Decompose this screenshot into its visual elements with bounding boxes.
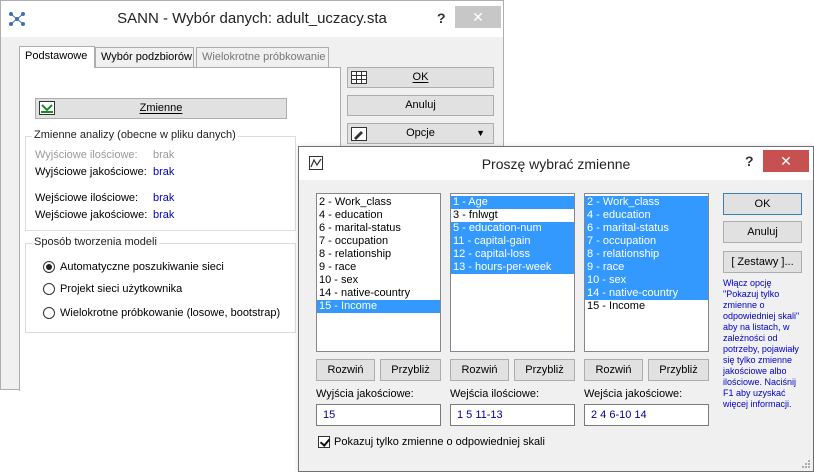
list-item[interactable]: 8 - relationship: [585, 248, 708, 261]
dropdown-arrow-icon: ▼: [476, 128, 485, 138]
show-matching-scale-checkbox[interactable]: [318, 436, 330, 448]
quant-outputs-label: Wyjściowe ilościowe:: [35, 149, 138, 161]
help-button[interactable]: ?: [437, 10, 446, 26]
list-item[interactable]: 6 - marital-status: [317, 222, 440, 235]
qual-inputs-label: Wejściowe jakościowe:: [35, 209, 148, 221]
zoom-button-2[interactable]: Przybliż: [514, 359, 575, 381]
list-item[interactable]: 4 - education: [317, 209, 440, 222]
close-button[interactable]: ✕: [455, 6, 501, 28]
zoom-button-1[interactable]: Przybliż: [380, 359, 441, 381]
quant-outputs-value: brak: [153, 149, 175, 161]
radio-indicator[interactable]: [43, 307, 55, 319]
qual-outputs-input[interactable]: 15: [316, 404, 441, 426]
analysis-variables-group: Zmienne analizy (obecne w pliku danych) …: [25, 129, 296, 231]
options-button[interactable]: Opcje ▼: [347, 123, 494, 144]
tab-wybor-podzbiorow[interactable]: Wybór podzbiorów: [95, 47, 194, 67]
radio-label: Automatyczne poszukiwanie sieci: [60, 261, 224, 273]
tab-podstawowe[interactable]: Podstawowe: [19, 46, 95, 68]
list-item[interactable]: 6 - marital-status: [585, 222, 708, 235]
qualitative-outputs-list[interactable]: 2 - Work_class 4 - education 6 - marital-s…: [316, 193, 441, 352]
cancel-button[interactable]: Anuluj: [347, 95, 494, 116]
qual-outputs-field-label: Wyjścia jakościowe:: [316, 388, 414, 400]
quantitative-inputs-list[interactable]: 1 - Age 3 - fnlwgt 5 - education-num 11 - c…: [450, 193, 575, 352]
list-item[interactable]: 9 - race: [585, 261, 708, 274]
list-item[interactable]: 10 - sex: [317, 274, 440, 287]
list-item[interactable]: 13 - hours-per-week: [451, 261, 574, 274]
model-group-title: Sposób tworzenia modeli: [32, 236, 159, 248]
list-item[interactable]: 5 - education-num: [451, 222, 574, 235]
list-item[interactable]: 7 - occupation: [585, 235, 708, 248]
select-variables-dialog: Proszę wybrać zmienne ? ✕ 2 - Work_class…: [298, 146, 814, 472]
list-item[interactable]: 8 - relationship: [317, 248, 440, 261]
qual-inputs-input[interactable]: 2 4 6-10 14: [584, 404, 709, 426]
quant-inputs-field-label: Wejścia ilościowe:: [450, 388, 540, 400]
list-item[interactable]: 14 - native-country: [317, 287, 440, 300]
radio-label: Projekt sieci użytkownika: [60, 283, 183, 295]
radio-indicator[interactable]: [43, 261, 55, 273]
list-item[interactable]: 9 - race: [317, 261, 440, 274]
close-button[interactable]: ✕: [763, 150, 809, 172]
options-label: Opcje: [406, 127, 435, 139]
help-text: Włącz opcję "Pokazuj tylko zmienne o odp…: [723, 278, 800, 409]
list-item[interactable]: 2 - Work_class: [585, 196, 708, 209]
list-item[interactable]: 15 - Income: [585, 300, 708, 313]
analysis-group-title: Zmienne analizy (obecne w pliku danych): [32, 129, 238, 141]
qual-outputs-label: Wyjściowe jakościowe:: [35, 166, 147, 178]
quant-inputs-value: brak: [153, 192, 175, 204]
list-item[interactable]: 10 - sex: [585, 274, 708, 287]
list-item[interactable]: 4 - education: [585, 209, 708, 222]
list-items: 1 - Age 3 - fnlwgt 5 - education-num 11 - c…: [451, 194, 574, 274]
expand-button-1[interactable]: Rozwiń: [316, 359, 375, 381]
ok-label: OK: [412, 71, 429, 83]
list-item[interactable]: 1 - Age: [451, 196, 574, 209]
show-matching-scale-label[interactable]: Pokazuj tylko zmienne o odpowiedniej ska…: [334, 436, 545, 448]
window-title: Proszę wybrać zmienne: [481, 156, 631, 172]
qual-outputs-row: Wyjściowe jakościowe: brak: [35, 166, 174, 178]
radio-indicator[interactable]: [43, 283, 55, 295]
variables-icon: [39, 101, 55, 115]
quant-inputs-input[interactable]: 1 5 11-13: [450, 404, 575, 426]
list-item[interactable]: 11 - capital-gain: [451, 235, 574, 248]
qualitative-inputs-list[interactable]: 2 - Work_class 4 - education 6 - marital-s…: [584, 193, 709, 352]
quant-outputs-row: Wyjściowe ilościowe: brak: [35, 149, 174, 161]
quant-inputs-row: Wejściowe ilościowe: brak: [35, 192, 174, 204]
variables-button[interactable]: Zmienne: [35, 98, 287, 119]
table-icon: [351, 71, 367, 84]
tab-wielokrotne-probkowanie[interactable]: Wielokrotne próbkowanie: [196, 47, 329, 67]
zoom-button-3[interactable]: Przybliż: [648, 359, 709, 381]
qual-inputs-row: Wejściowe jakościowe: brak: [35, 209, 174, 221]
list-item[interactable]: 3 - fnlwgt: [451, 209, 574, 222]
list-item[interactable]: 12 - capital-loss: [451, 248, 574, 261]
list-items: 2 - Work_class 4 - education 6 - marital-s…: [585, 194, 708, 313]
radio-label: Wielokrotne próbkowanie (losowe, bootstr…: [60, 307, 281, 319]
quant-inputs-label: Wejściowe ilościowe:: [35, 192, 139, 204]
ok-button[interactable]: OK: [347, 67, 494, 88]
help-button[interactable]: ?: [745, 153, 754, 169]
list-items: 2 - Work_class 4 - education 6 - marital-s…: [317, 194, 440, 313]
title-bar: Proszę wybrać zmienne ? ✕: [299, 147, 813, 180]
expand-button-2[interactable]: Rozwiń: [450, 359, 509, 381]
qual-inputs-value: brak: [153, 209, 175, 221]
window-title: SANN - Wybór danych: adult_uczacy.sta: [117, 10, 387, 27]
ok-button[interactable]: OK: [723, 193, 802, 215]
tab-panel-podstawowe: Zmienne Zmienne analizy (obecne w pliku …: [19, 67, 341, 391]
sets-button[interactable]: [ Zestawy ]...: [723, 251, 802, 273]
list-item[interactable]: 2 - Work_class: [317, 196, 440, 209]
qual-inputs-field-label: Wejścia jakościowe:: [584, 388, 683, 400]
variables-button-label: Zmienne: [139, 102, 183, 114]
list-item[interactable]: 7 - occupation: [317, 235, 440, 248]
list-item[interactable]: 15 - Income: [317, 300, 440, 313]
list-item[interactable]: 14 - native-country: [585, 287, 708, 300]
cancel-button[interactable]: Anuluj: [723, 221, 802, 243]
expand-button-3[interactable]: Rozwiń: [584, 359, 643, 381]
qual-outputs-value: brak: [153, 166, 175, 178]
title-bar: SANN - Wybór danych: adult_uczacy.sta ? …: [1, 1, 503, 37]
resize-grip-icon[interactable]: [801, 459, 811, 469]
options-icon: [351, 127, 367, 141]
